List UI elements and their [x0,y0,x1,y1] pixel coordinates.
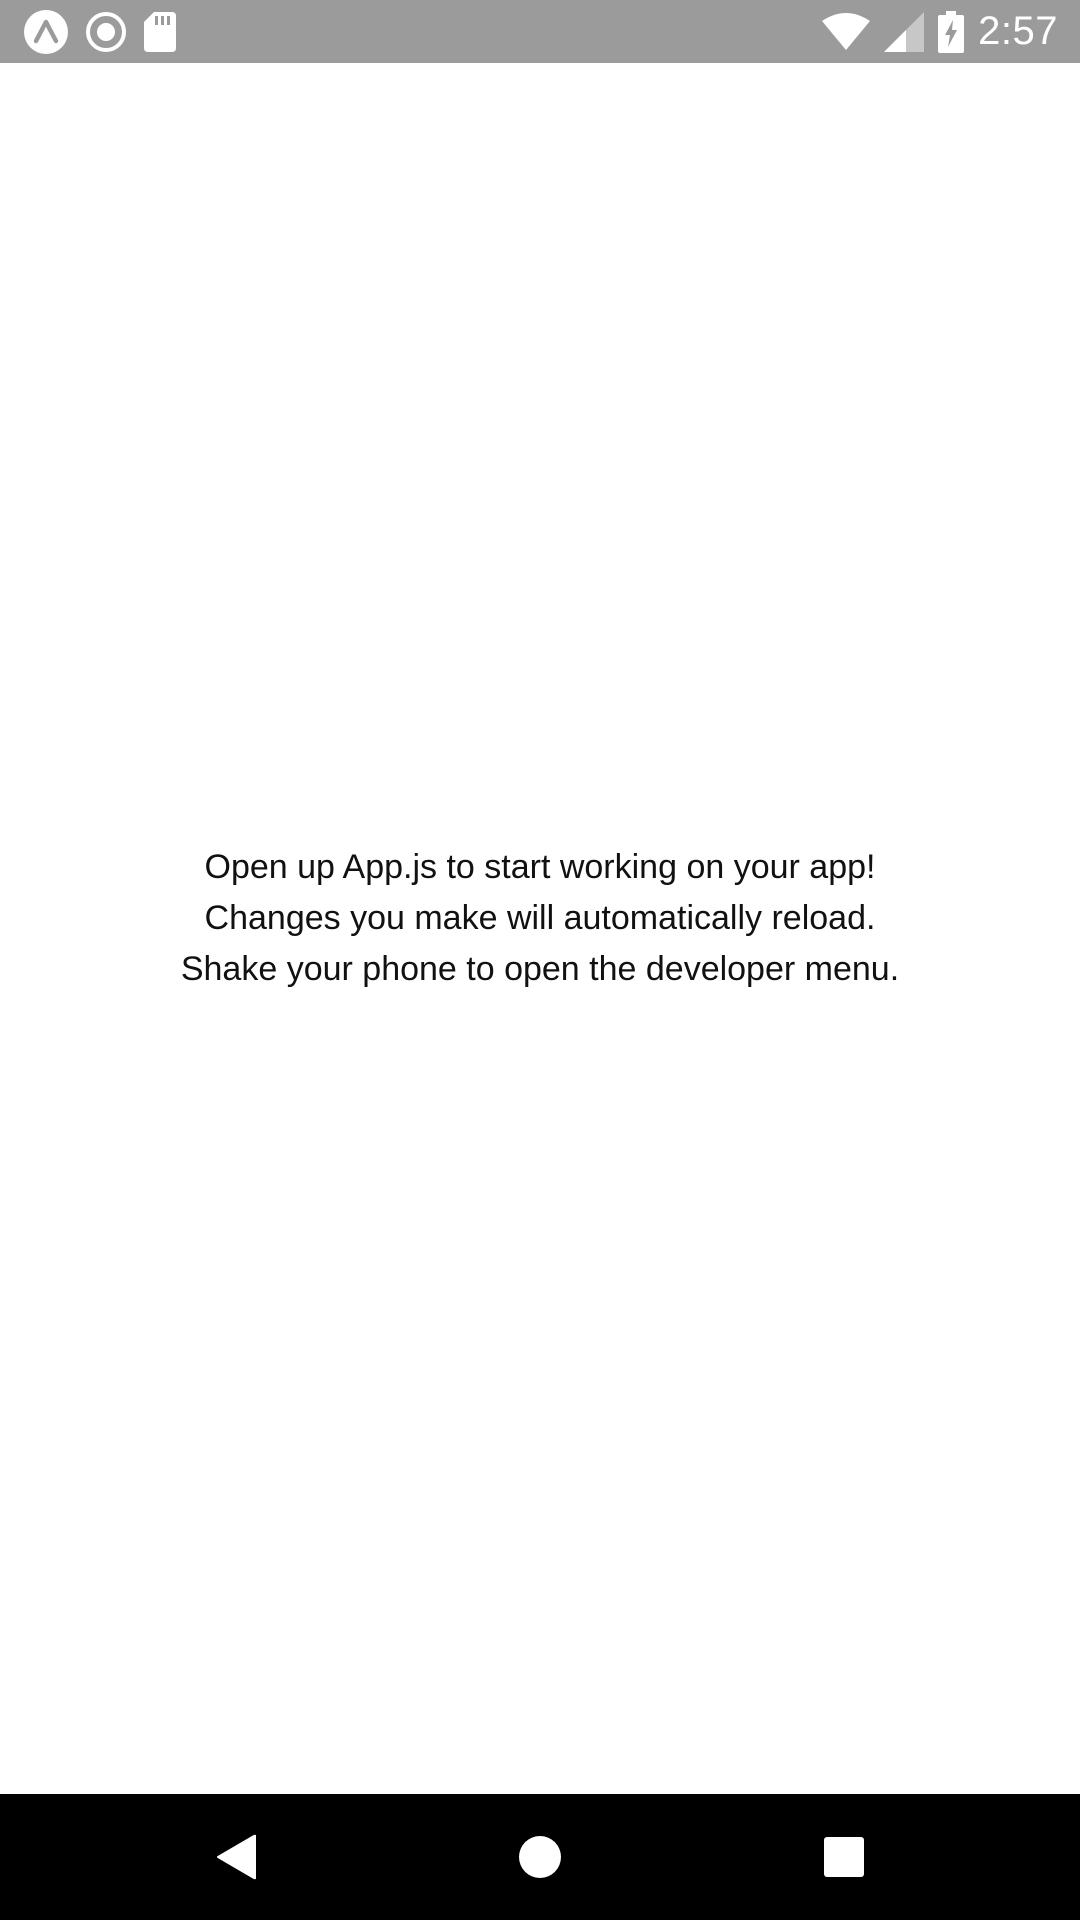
expo-icon [24,0,68,63]
navigation-bar [0,1794,1080,1920]
cell-signal-icon [884,0,925,63]
home-icon [519,1836,561,1878]
status-bar: 2:57 [0,0,1080,63]
battery-charging-icon [938,0,965,63]
main-content: Open up App.js to start working on your … [0,63,1080,1794]
welcome-message: Open up App.js to start working on your … [181,842,899,995]
back-button[interactable] [176,1794,296,1920]
recents-icon [824,1837,864,1877]
message-line-1: Open up App.js to start working on your … [204,848,876,886]
recents-button[interactable] [784,1794,904,1920]
message-line-3: Shake your phone to open the developer m… [180,950,900,988]
app-screen: 2:57 Open up App.js to start working on … [0,0,1080,1920]
status-time: 2:57 [978,9,1058,53]
status-bar-notifications [24,0,194,63]
back-icon [217,1834,256,1880]
wifi-icon [822,0,871,63]
home-button[interactable] [480,1794,600,1920]
sd-card-icon [144,0,176,63]
status-bar-system: 2:57 [808,0,1058,63]
message-line-2: Changes you make will automatically relo… [204,899,876,937]
record-icon [86,0,126,63]
